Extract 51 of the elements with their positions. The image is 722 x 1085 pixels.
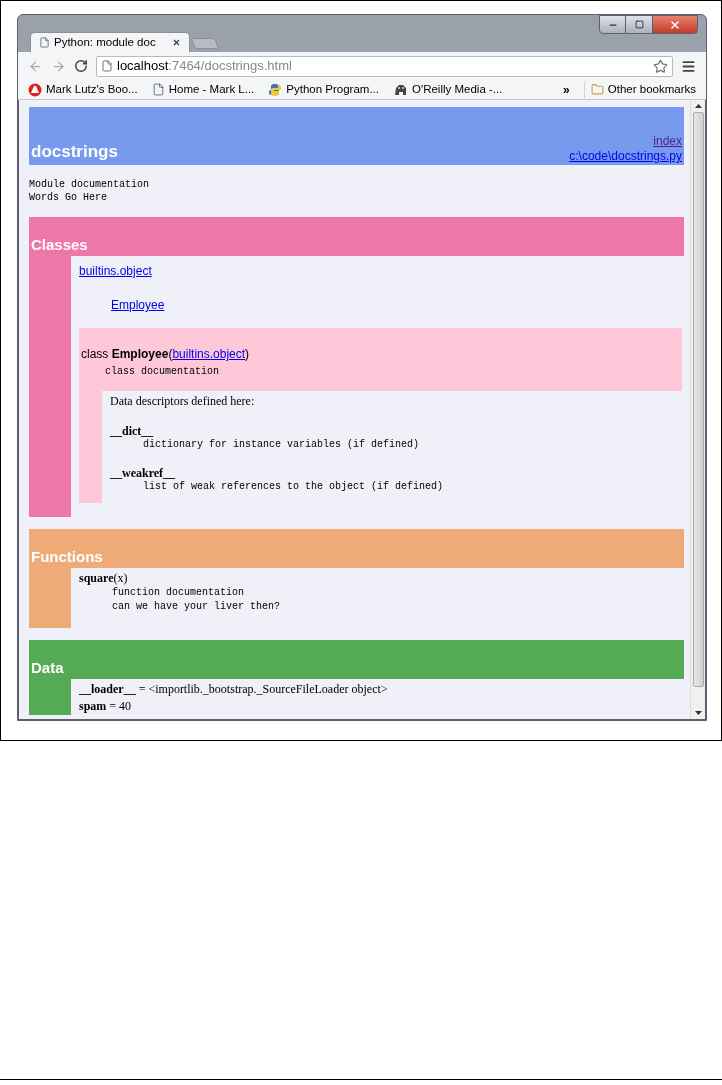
animal-icon [393, 83, 408, 96]
descriptor-doc: list of weak references to the object (if defined) [142, 481, 445, 493]
section-title: Data [31, 658, 64, 678]
bookmark[interactable]: Home - Mark L... [151, 80, 255, 99]
scroll-down-arrow-icon[interactable] [694, 711, 702, 715]
data-item: spam = 40 [79, 698, 133, 715]
class-signature: class Employee(builtins.object) [80, 346, 251, 362]
module-doc: Module documentation [29, 178, 151, 191]
close-button[interactable] [652, 15, 698, 34]
python-icon [268, 82, 283, 97]
address-bar[interactable]: localhost:7464/docstrings.html [96, 55, 673, 77]
page-icon [101, 60, 113, 72]
close-icon [669, 18, 681, 31]
class-tree-link[interactable]: Employee [111, 298, 165, 312]
descriptor-name: __dict__ [110, 423, 155, 439]
bookmark[interactable]: Python Program... [268, 80, 379, 99]
class-tree-link[interactable]: builtins.object [79, 264, 152, 278]
function-signature: square(x) [79, 570, 129, 586]
section-title: Classes [31, 235, 88, 255]
scrollbar-thumb[interactable] [692, 112, 704, 687]
tab-title: Python: module doc [54, 34, 156, 50]
url-text: localhost:7464/docstrings.html [117, 57, 292, 76]
page-icon [39, 37, 50, 48]
star-icon[interactable] [653, 58, 668, 74]
bookmark[interactable]: Mark Lutz's Boo... [28, 80, 138, 99]
function-doc: function documentation [111, 586, 246, 600]
reload-icon[interactable] [74, 59, 88, 73]
browser-tab[interactable]: Python: module doc [30, 32, 190, 52]
data-item: __loader__ = <importlib._bootstrap._SourceFileLoader object> [79, 681, 389, 698]
descriptor-doc: dictionary for instance variables (if defined) [142, 439, 421, 451]
bookmark[interactable]: O'Reilly Media -... [393, 80, 503, 99]
module-doc: Words Go Here [29, 191, 108, 204]
section-title: Functions [31, 547, 103, 567]
maximize-icon [634, 20, 644, 29]
function-doc: can we have your liver then? [111, 600, 282, 614]
folder-icon [590, 83, 604, 96]
header-link[interactable]: index [653, 134, 682, 149]
descriptor-name: __weakref__ [110, 465, 177, 481]
more-bookmarks-button[interactable]: » [563, 80, 570, 99]
scroll-up-arrow-icon[interactable] [694, 104, 702, 108]
minimize-button[interactable] [599, 15, 626, 34]
descriptors-heading: Data descriptors defined here: [110, 393, 256, 409]
scrollbar[interactable] [690, 100, 705, 719]
page-icon [151, 83, 165, 96]
module-title: docstrings [31, 141, 118, 163]
menu-icon[interactable] [681, 58, 696, 74]
class-doc: class documentation [104, 365, 221, 379]
base-class-link[interactable]: builtins.object [172, 347, 246, 361]
close-icon[interactable] [172, 38, 181, 47]
maximize-button[interactable] [626, 15, 652, 34]
other-bookmarks[interactable]: Other bookmarks [583, 80, 696, 99]
